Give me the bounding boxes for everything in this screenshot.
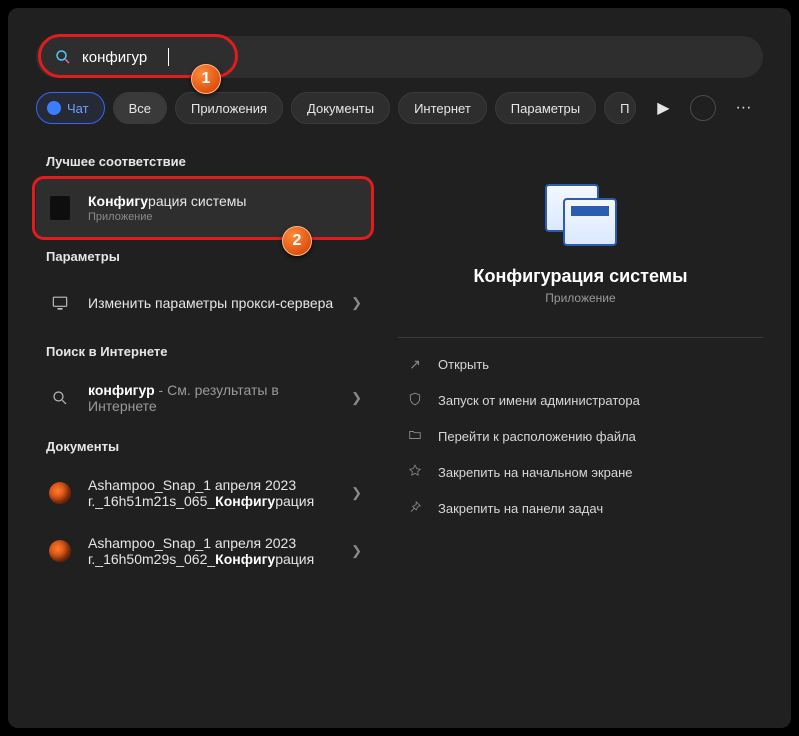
chip-internet[interactable]: Интернет [398,92,487,124]
results-column: Лучшее соответствие Конфигурация системы… [8,142,378,722]
result-web-search[interactable]: конфигур - См. результаты в Интернете ❯ [36,369,372,427]
action-pin-start[interactable]: Закрепить на начальном экране [398,454,763,490]
action-open[interactable]: ↗ Открыть [398,346,763,382]
result-document-2[interactable]: Ashampoo_Snap_1 апреля 2023 г._16h50m29s… [36,522,372,580]
annotation-badge-1: 1 [191,64,221,94]
search-bar[interactable] [36,36,763,78]
chip-all[interactable]: Все [113,92,167,124]
search-icon [54,48,72,66]
section-best-match: Лучшее соответствие [46,154,372,169]
text-caret [168,48,169,66]
open-icon: ↗ [404,356,426,373]
result-subtitle: Приложение [88,211,362,223]
chip-label: Документы [307,101,374,116]
chip-label: Интернет [414,101,471,116]
action-label: Открыть [438,357,489,372]
chip-label: Приложения [191,101,267,116]
chip-label: Параметры [511,101,580,116]
result-title: Изменить параметры прокси-сервера [88,295,339,311]
app-hero-icon [541,182,621,246]
action-label: Перейти к расположению файла [438,429,636,444]
chip-overflow-partial[interactable]: П [604,92,636,124]
details-panel: Конфигурация системы Приложение ↗ Открыт… [378,142,791,722]
document-icon [46,537,74,565]
chip-label: Чат [67,101,89,116]
annotation-badge-2: 2 [282,226,312,256]
result-system-configuration[interactable]: Конфигурация системы Приложение [36,179,372,237]
chevron-right-icon: ❯ [351,543,362,559]
chip-chat[interactable]: Чат [36,92,105,124]
details-subtitle: Приложение [398,291,763,305]
account-circle-icon[interactable] [690,95,716,121]
action-label: Закрепить на начальном экране [438,465,633,480]
more-icon[interactable]: ··· [730,95,756,121]
result-title: конфигур - См. результаты в Интернете [88,382,343,414]
chip-documents[interactable]: Документы [291,92,390,124]
bing-icon [47,101,61,115]
shield-icon [404,392,426,409]
action-pin-taskbar[interactable]: Закрепить на панели задач [398,490,763,526]
result-document-1[interactable]: Ashampoo_Snap_1 апреля 2023 г._16h51m21s… [36,464,372,522]
action-open-location[interactable]: Перейти к расположению файла [398,418,763,454]
chip-label: Все [129,101,151,116]
action-label: Запуск от имени администратора [438,393,640,408]
document-icon [46,479,74,507]
chip-label: П [620,101,629,116]
folder-icon [404,428,426,445]
chevron-right-icon: ❯ [351,485,362,501]
section-web: Поиск в Интернете [46,344,372,359]
action-label: Закрепить на панели задач [438,501,603,516]
pin-icon [404,464,426,481]
result-title: Ashampoo_Snap_1 апреля 2023 г._16h51m21s… [88,477,343,509]
pin-icon [404,500,426,517]
chip-settings[interactable]: Параметры [495,92,596,124]
result-proxy-settings[interactable]: Изменить параметры прокси-сервера ❯ [36,274,372,332]
search-input[interactable] [82,36,745,78]
settings-icon [46,289,74,317]
action-run-as-admin[interactable]: Запуск от имени администратора [398,382,763,418]
divider [398,337,763,338]
section-settings: Параметры [46,249,372,264]
chevron-right-icon: ❯ [351,390,362,406]
result-title: Конфигурация системы [88,193,362,209]
filter-chip-row: Чат Все Приложения Документы Интернет Па… [36,92,763,124]
section-documents: Документы [46,439,372,454]
result-title: Ashampoo_Snap_1 апреля 2023 г._16h50m29s… [88,535,343,567]
chip-apps[interactable]: Приложения [175,92,283,124]
search-icon [46,384,74,412]
start-search-panel: Чат Все Приложения Документы Интернет Па… [8,8,791,728]
app-icon [46,194,74,222]
chevron-right-icon: ❯ [351,295,362,311]
details-title: Конфигурация системы [398,266,763,287]
scroll-right-icon[interactable]: ▶ [650,95,676,121]
